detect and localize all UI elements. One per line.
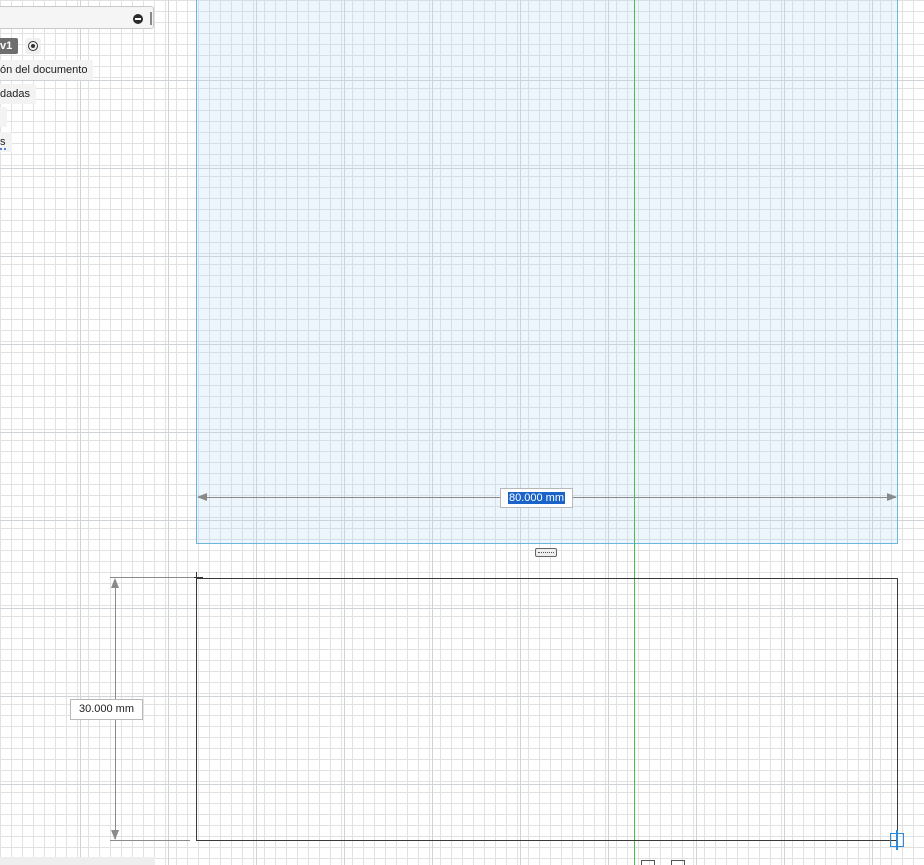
browser-header xyxy=(0,6,154,29)
tree-item-sketches[interactable]: s xyxy=(0,132,12,152)
pin-icon[interactable] xyxy=(150,12,152,25)
tree-item-document-settings[interactable]: ón del documento xyxy=(0,60,94,80)
horizontal-dimension-input[interactable]: 80.000 mm xyxy=(500,488,573,508)
tree-item-label: s xyxy=(0,136,6,150)
tree-item-label: ón del documento xyxy=(0,64,88,76)
sketch-rectangle[interactable] xyxy=(196,578,898,841)
horizontal-constraint-icon[interactable] xyxy=(535,548,557,557)
sketch-point-icon[interactable] xyxy=(890,830,904,850)
horizontal-dimension-value[interactable]: 80.000 mm xyxy=(507,492,566,504)
browser-panel: v1 ón del documento dadas s xyxy=(0,0,155,865)
tree-item-blank[interactable] xyxy=(0,107,7,127)
dimension-arrow-left-icon xyxy=(197,493,207,501)
origin-marker-v xyxy=(196,572,197,584)
tree-item-label: dadas xyxy=(0,88,30,100)
radio-target-icon[interactable] xyxy=(25,38,41,54)
dimension-arrow-right-icon xyxy=(887,493,897,501)
grid-settings-icon[interactable] xyxy=(671,860,685,865)
tree-item-named-views[interactable]: dadas xyxy=(0,84,36,104)
sketch-plane[interactable] xyxy=(196,0,898,544)
navigation-toolbar xyxy=(495,858,695,865)
browser-bottom-edge xyxy=(0,857,155,865)
component-version-tag[interactable]: v1 xyxy=(0,38,19,54)
minus-circle-icon[interactable] xyxy=(133,14,143,24)
display-settings-icon[interactable] xyxy=(641,860,655,865)
